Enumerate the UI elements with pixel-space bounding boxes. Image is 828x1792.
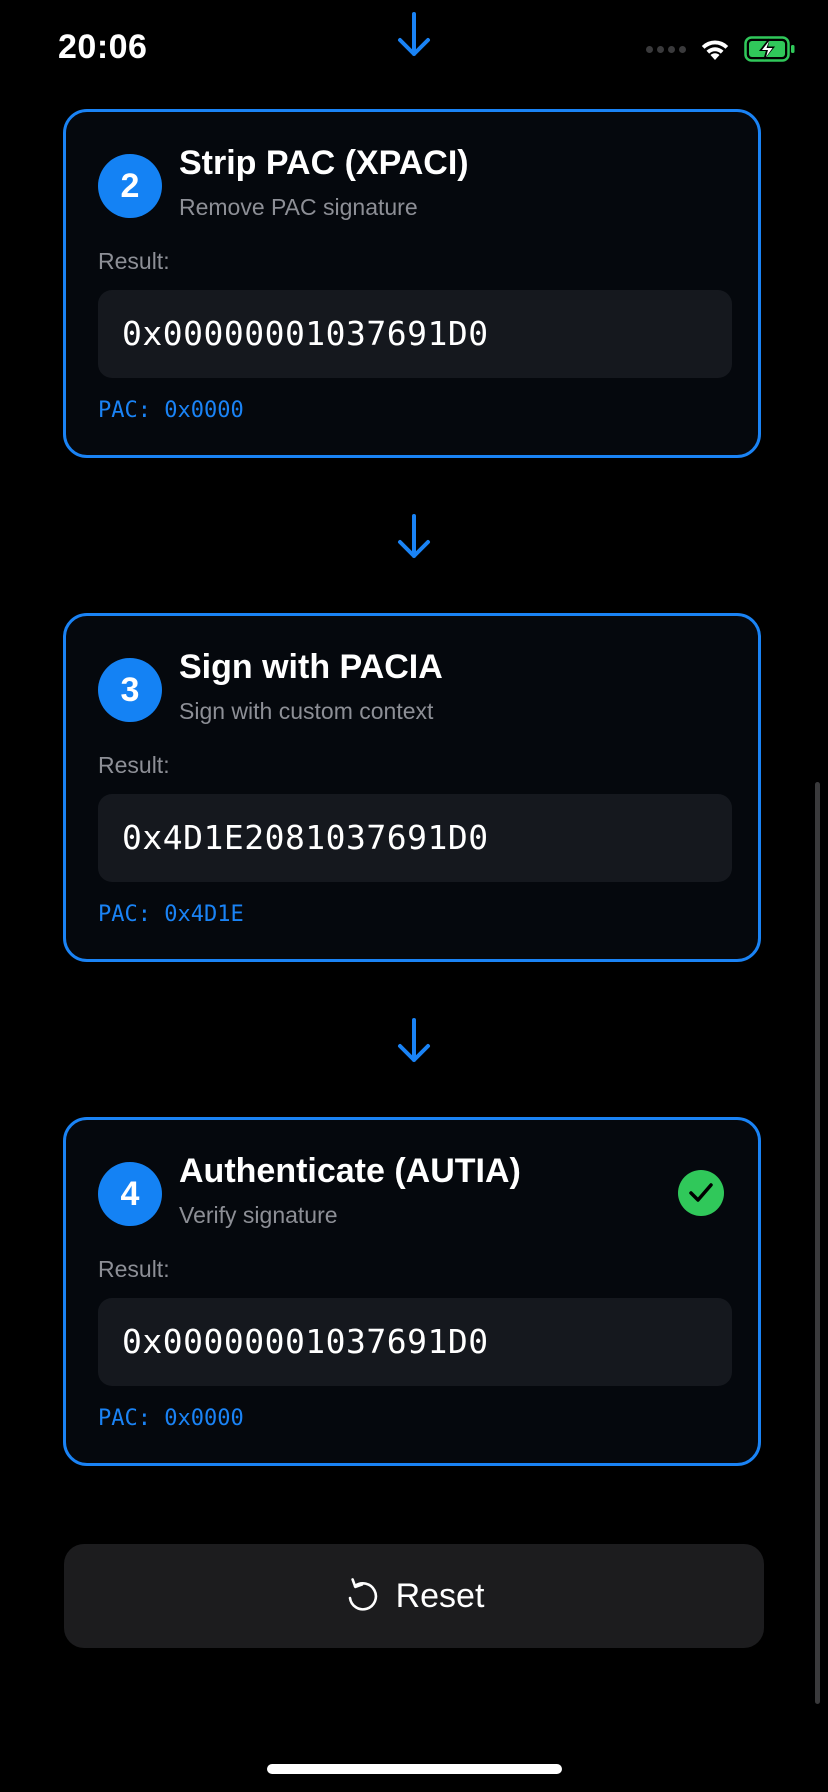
step-number-badge: 2 (98, 154, 162, 218)
step-number-badge: 4 (98, 1162, 162, 1226)
checkmark-success-icon (678, 1170, 724, 1216)
step-card-sign-pacia: 3 Sign with PACIA Sign with custom conte… (63, 613, 761, 962)
step-subtitle: Sign with custom context (179, 698, 434, 724)
down-arrow-icon (394, 12, 434, 60)
result-label: Result: (98, 248, 170, 274)
result-box: 0x00000001037691D0 (98, 290, 732, 378)
step-card-strip-pac: 2 Strip PAC (XPACI) Remove PAC signature… (63, 109, 761, 458)
result-box: 0x4D1E2081037691D0 (98, 794, 732, 882)
result-value: 0x00000001037691D0 (122, 1322, 489, 1361)
result-label: Result: (98, 1256, 170, 1282)
wifi-icon (698, 36, 732, 62)
step-number-badge: 3 (98, 658, 162, 722)
status-icons (646, 34, 796, 64)
step-title: Authenticate (AUTIA) (179, 1152, 521, 1190)
cellular-signal-icon (646, 45, 686, 53)
pac-value: PAC: 0x4D1E (98, 902, 244, 927)
step-subtitle: Remove PAC signature (179, 194, 418, 220)
reset-button[interactable]: Reset (64, 1544, 764, 1648)
battery-charging-icon (744, 36, 796, 62)
step-title: Strip PAC (XPACI) (179, 144, 469, 182)
step-title: Sign with PACIA (179, 648, 443, 686)
step-subtitle: Verify signature (179, 1202, 338, 1228)
down-arrow-icon (394, 514, 434, 562)
reset-button-label: Reset (395, 1576, 485, 1615)
result-value: 0x00000001037691D0 (122, 314, 489, 353)
home-indicator[interactable] (267, 1764, 562, 1774)
reset-icon (344, 1577, 378, 1615)
status-time: 20:06 (58, 28, 148, 66)
scrollbar[interactable] (815, 782, 820, 1704)
pac-value: PAC: 0x0000 (98, 1406, 244, 1431)
down-arrow-icon (394, 1018, 434, 1066)
step-card-authenticate-autia: 4 Authenticate (AUTIA) Verify signature … (63, 1117, 761, 1466)
result-value: 0x4D1E2081037691D0 (122, 818, 489, 857)
result-box: 0x00000001037691D0 (98, 1298, 732, 1386)
pac-value: PAC: 0x0000 (98, 398, 244, 423)
result-label: Result: (98, 752, 170, 778)
